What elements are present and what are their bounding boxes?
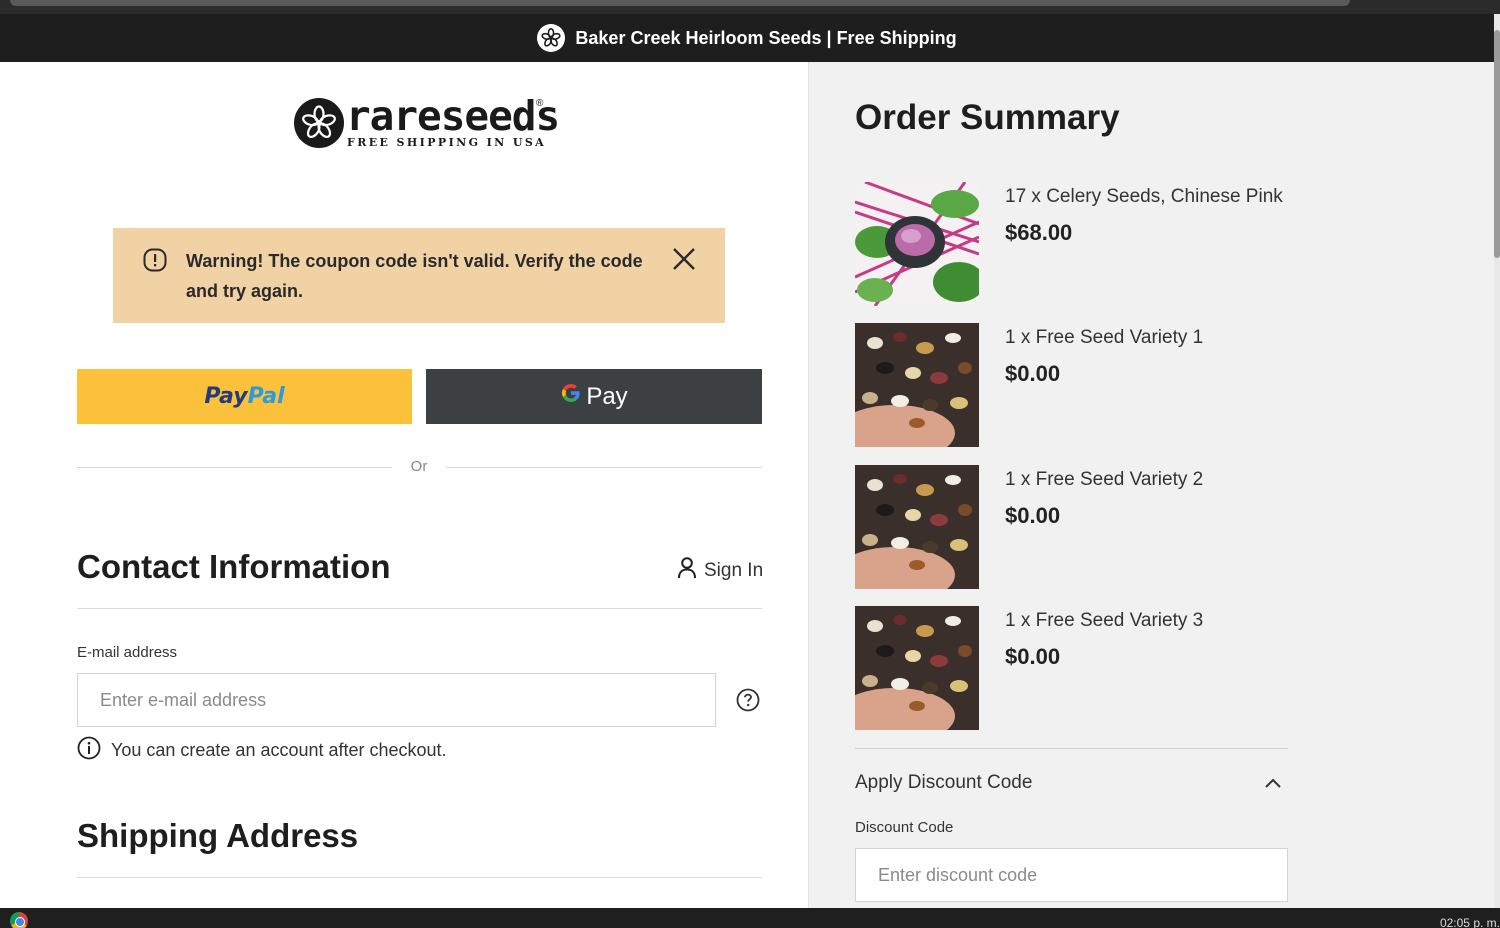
promo-bar: Baker Creek Heirloom Seeds | Free Shippi… (0, 14, 1494, 62)
divider-left (77, 467, 392, 468)
taskbar-clock: 02:05 p. m. (1439, 916, 1500, 928)
account-hint-text: You can create an account after checkout… (111, 740, 447, 760)
contact-information-title: Contact Information (77, 548, 391, 585)
checkout-form-pane: rareseeds ® FREE SHIPPING IN USA Warning… (0, 62, 808, 908)
warning-message: Warning! The coupon code isn't valid. Ve… (186, 251, 643, 301)
order-item: 1 x Free Seed Variety 2 $0.00 (855, 465, 1295, 589)
summary-divider (855, 748, 1288, 749)
logo-wordmark: rareseeds (346, 92, 560, 140)
item-name: 1 x Free Seed Variety 2 (1005, 469, 1204, 490)
discount-code-label: Discount Code (855, 819, 954, 836)
question-circle-icon[interactable] (736, 688, 760, 712)
divider-right (446, 467, 762, 468)
apply-discount-label: Apply Discount Code (855, 772, 1033, 793)
order-summary-pane: Order Summary 17 x Celery Seeds, Chinese… (808, 62, 1494, 908)
item-name: 17 x Celery Seeds, Chinese Pink (1005, 186, 1283, 207)
os-taskbar: 02:05 p. m. (0, 908, 1500, 928)
item-name: 1 x Free Seed Variety 3 (1005, 610, 1204, 631)
email-label: E-mail address (77, 644, 178, 661)
item-name: 1 x Free Seed Variety 1 (1005, 327, 1204, 348)
paypal-label-pal: Pal (247, 384, 285, 409)
info-icon (77, 736, 101, 765)
chrome-icon[interactable] (10, 912, 28, 928)
item-price: $0.00 (1005, 644, 1061, 669)
coupon-warning-alert: Warning! The coupon code isn't valid. Ve… (113, 228, 725, 323)
alert-icon (143, 248, 167, 272)
contact-section-rule (77, 608, 762, 609)
seed-mix-image (855, 323, 979, 447)
sign-in-link[interactable]: Sign In (676, 556, 763, 586)
item-price: $68.00 (1005, 220, 1073, 245)
shipping-address-title: Shipping Address (77, 817, 359, 854)
user-icon (676, 556, 698, 586)
celery-seeds-image (855, 182, 979, 306)
order-item: 17 x Celery Seeds, Chinese Pink $68.00 (855, 182, 1295, 306)
close-icon[interactable] (671, 246, 697, 272)
flower-logo-icon (294, 98, 344, 148)
order-item: 1 x Free Seed Variety 3 $0.00 (855, 606, 1295, 730)
paypal-button[interactable]: Pay Pal (77, 369, 412, 424)
flower-logo-icon (537, 24, 566, 52)
item-price: $0.00 (1005, 503, 1061, 528)
google-pay-button[interactable]: Pay (426, 369, 762, 424)
gpay-label: Pay (586, 382, 628, 410)
item-price: $0.00 (1005, 361, 1061, 386)
sign-in-label: Sign In (704, 560, 764, 581)
logo-tagline: FREE SHIPPING IN USA (347, 136, 547, 149)
chevron-up-icon (1264, 775, 1282, 793)
account-hint: You can create an account after checkout… (77, 736, 447, 765)
google-g-icon (560, 382, 582, 411)
apply-discount-toggle[interactable]: Apply Discount Code (855, 772, 1288, 798)
browser-address-bar[interactable] (10, 0, 1350, 6)
registered-mark: ® (536, 98, 544, 109)
order-item: 1 x Free Seed Variety 1 $0.00 (855, 323, 1295, 447)
shipping-section-rule (77, 877, 762, 878)
or-divider-text: Or (410, 458, 428, 475)
scrollbar-thumb[interactable] (1494, 30, 1500, 258)
browser-top-strip (0, 0, 1500, 14)
order-summary-title: Order Summary (855, 98, 1120, 137)
seed-mix-image (855, 606, 979, 730)
seed-mix-image (855, 465, 979, 589)
discount-code-field[interactable] (855, 848, 1288, 902)
page-scrollbar[interactable] (1494, 14, 1500, 908)
rareseeds-logo[interactable]: rareseeds ® FREE SHIPPING IN USA (294, 92, 560, 156)
email-field[interactable] (77, 673, 716, 727)
paypal-label-pay: Pay (204, 384, 248, 409)
promo-text: Baker Creek Heirloom Seeds | Free Shippi… (575, 27, 957, 48)
